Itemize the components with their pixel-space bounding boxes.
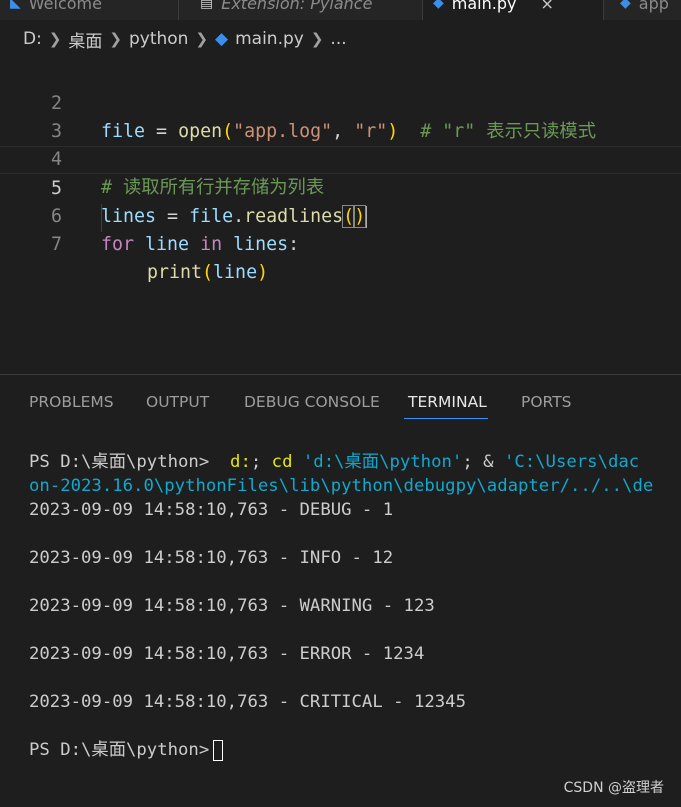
tab-main-py[interactable]: ◆ main.py ×	[423, 0, 603, 20]
breadcrumb-file[interactable]: main.py	[235, 29, 304, 49]
tab-label: app	[638, 0, 669, 13]
python-file-icon: ◆	[620, 0, 631, 11]
breadcrumb: D: ❯ 桌面 ❯ python ❯ ◆ main.py ❯ ...	[0, 20, 681, 58]
tab-label: Welcome	[28, 0, 102, 13]
code-line: 7 print(line)	[0, 203, 681, 283]
tab-terminal[interactable]: TERMINAL	[408, 393, 487, 411]
code-line: 6 for line in lines:	[0, 175, 681, 255]
extension-icon: ▤	[200, 0, 214, 11]
panel-tab-bar: PROBLEMS OUTPUT DEBUG CONSOLE TERMINAL P…	[0, 375, 681, 435]
breadcrumb-folder-desktop[interactable]: 桌面	[68, 27, 102, 52]
terminal-line: on-2023.16.0\pythonFiles\lib\python\debu…	[29, 476, 654, 496]
vscode-logo-icon: ◣	[10, 0, 21, 11]
terminal-line: PS D:\桌面\python> d:; cd 'd:\桌面\python'; …	[29, 452, 640, 472]
editor-tab-bar: ◣ Welcome ▤ Extension: Pylance ◆ main.py…	[0, 0, 681, 20]
breadcrumb-folder-python[interactable]: python	[129, 29, 188, 49]
tab-ports[interactable]: PORTS	[521, 393, 572, 411]
breadcrumb-drive[interactable]: D:	[23, 29, 42, 49]
code-line: 3	[0, 90, 681, 142]
terminal-log-line: 2023-09-09 14:58:10,763 - DEBUG - 1	[29, 500, 394, 520]
tab-app[interactable]: ◆ app	[610, 0, 681, 20]
terminal-prompt: PS D:\桌面\python>	[29, 740, 210, 760]
code-line-current: 5 lines = file.readlines()	[0, 146, 681, 228]
code-line: 4 # 读取所有行并存储为列表	[0, 118, 681, 198]
code-text: print(line)	[147, 262, 269, 283]
python-file-icon: ◆	[215, 29, 229, 49]
terminal-log-line: 2023-09-09 14:58:10,763 - CRITICAL - 123…	[29, 692, 466, 712]
chevron-right-icon: ❯	[195, 30, 209, 48]
chevron-right-icon: ❯	[109, 30, 122, 48]
active-tab-indicator	[404, 418, 488, 419]
terminal-log-line: 2023-09-09 14:58:10,763 - INFO - 12	[29, 548, 394, 568]
code-text: for line in lines:	[101, 234, 300, 255]
terminal-cursor	[213, 739, 224, 761]
terminal[interactable]: PS D:\桌面\python> d:; cd 'd:\桌面\python'; …	[0, 444, 681, 807]
code-editor[interactable]: 2 file = open("app.log", "r") # "r" 表示只读…	[0, 58, 681, 374]
tab-label: main.py	[451, 0, 517, 13]
python-file-icon: ◆	[433, 0, 444, 11]
terminal-log-line: 2023-09-09 14:58:10,763 - ERROR - 1234	[29, 644, 425, 664]
tab-problems[interactable]: PROBLEMS	[29, 393, 114, 411]
breadcrumb-more[interactable]: ...	[330, 29, 346, 49]
tab-extension-pylance[interactable]: ▤ Extension: Pylance	[190, 0, 422, 20]
line-number: 7	[50, 234, 62, 255]
watermark: CSDN @盗理者	[563, 780, 664, 796]
tab-output[interactable]: OUTPUT	[146, 393, 209, 411]
terminal-prompt-line: PS D:\桌面\python>	[29, 738, 224, 762]
terminal-log-line: 2023-09-09 14:58:10,763 - WARNING - 123	[29, 596, 435, 616]
close-icon[interactable]: ×	[540, 0, 553, 13]
tab-label: Extension: Pylance	[221, 0, 373, 13]
tab-welcome[interactable]: ◣ Welcome	[0, 0, 178, 20]
tab-debug-console[interactable]: DEBUG CONSOLE	[244, 393, 380, 411]
code-line: 2 file = open("app.log", "r") # "r" 表示只读…	[0, 62, 681, 142]
chevron-right-icon: ❯	[310, 30, 324, 48]
chevron-right-icon: ❯	[48, 30, 62, 48]
